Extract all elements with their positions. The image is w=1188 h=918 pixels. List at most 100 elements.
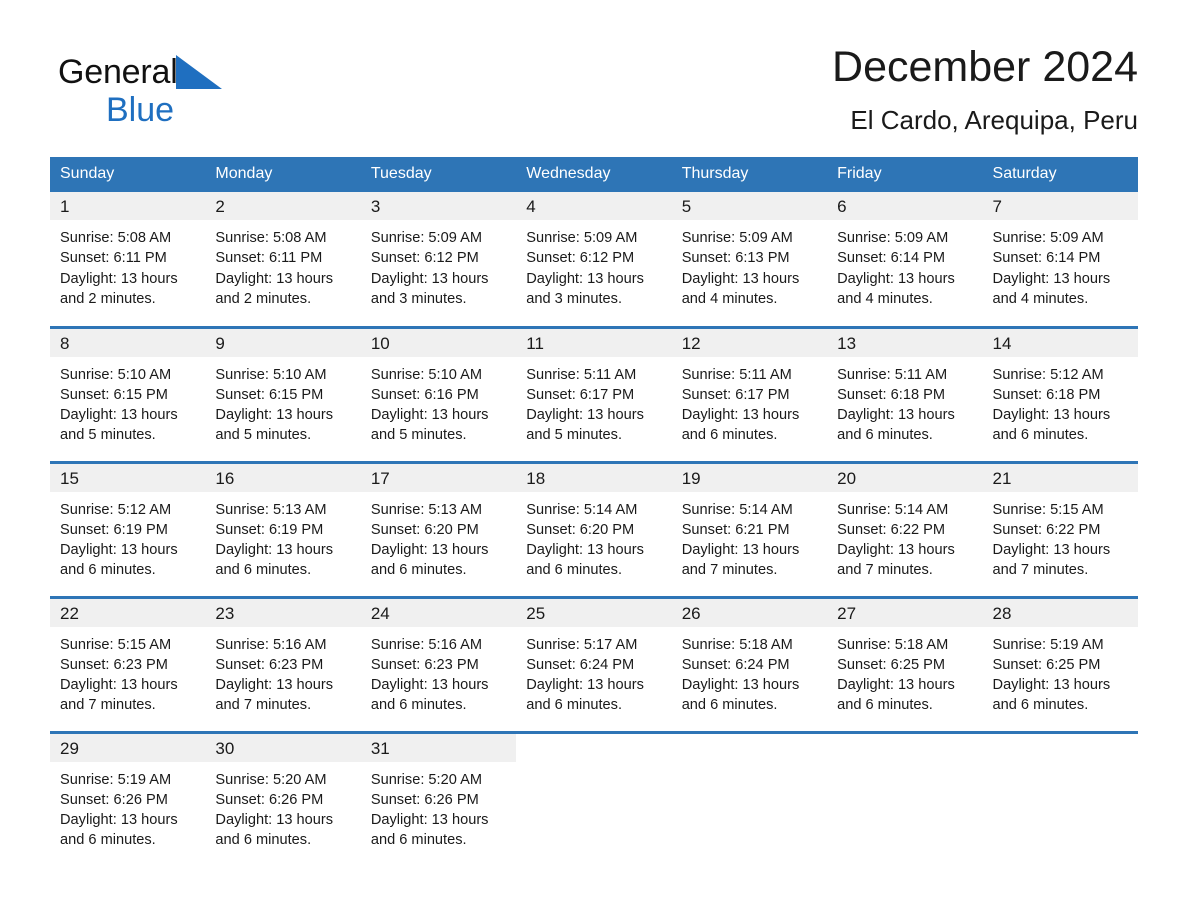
- day-cell[interactable]: 11 Sunrise: 5:11 AM Sunset: 6:17 PM Dayl…: [516, 325, 672, 462]
- day-number-band: 23: [205, 598, 361, 627]
- sunrise-text: Sunrise: 5:09 AM: [526, 230, 638, 246]
- day-cell-body: Sunrise: 5:15 AM Sunset: 6:23 PM Dayligh…: [50, 627, 205, 716]
- day-cell-body: Sunrise: 5:11 AM Sunset: 6:17 PM Dayligh…: [516, 357, 671, 446]
- day-cell[interactable]: 21 Sunrise: 5:15 AM Sunset: 6:22 PM Dayl…: [982, 460, 1138, 597]
- day-cell[interactable]: 27 Sunrise: 5:18 AM Sunset: 6:25 PM Dayl…: [827, 595, 983, 732]
- daylight-text-line2: and 6 minutes.: [681, 427, 778, 444]
- day-cell-inner: 19 Sunrise: 5:14 AM Sunset: 6:21 PM Dayl…: [671, 463, 828, 596]
- daylight-text-line1: Daylight: 13 hours: [992, 407, 1111, 424]
- day-number-band: 10: [360, 328, 517, 357]
- sunrise-text: Sunrise: 5:14 AM: [681, 501, 793, 518]
- day-cell[interactable]: 26 Sunrise: 5:18 AM Sunset: 6:24 PM Dayl…: [671, 595, 828, 732]
- day-cell[interactable]: 31 Sunrise: 5:20 AM Sunset: 6:26 PM Dayl…: [360, 730, 517, 867]
- day-cell-inner: 3 Sunrise: 5:09 AM Sunset: 6:12 PM Dayli…: [360, 192, 517, 326]
- day-cell[interactable]: 18 Sunrise: 5:14 AM Sunset: 6:20 PM Dayl…: [516, 460, 672, 597]
- sunrise-text: Sunrise: 5:16 AM: [215, 636, 327, 653]
- sunset-text: Sunset: 6:24 PM: [526, 656, 635, 673]
- daylight-text-line2: and 6 minutes.: [215, 832, 312, 849]
- day-cell-body: Sunrise: 5:11 AM Sunset: 6:17 PM Dayligh…: [672, 357, 827, 446]
- day-cell[interactable]: 9 Sunrise: 5:10 AM Sunset: 6:15 PM Dayli…: [205, 325, 361, 462]
- weekday-header-saturday: Saturday: [982, 157, 1138, 192]
- daylight-text-line2: and 6 minutes.: [370, 832, 467, 849]
- daylight-text-line1: Daylight: 13 hours: [837, 542, 955, 559]
- day-cell[interactable]: 17 Sunrise: 5:13 AM Sunset: 6:20 PM Dayl…: [360, 460, 517, 597]
- sunset-text: Sunset: 6:14 PM: [992, 250, 1101, 267]
- day-cell[interactable]: 14 Sunrise: 5:12 AM Sunset: 6:18 PM Dayl…: [982, 325, 1138, 462]
- day-cell[interactable]: 6 Sunrise: 5:09 AM Sunset: 6:14 PM Dayli…: [827, 192, 983, 327]
- day-number: 3: [370, 197, 381, 216]
- day-cell-body: Sunrise: 5:14 AM Sunset: 6:20 PM Dayligh…: [516, 492, 671, 581]
- day-cell-body: Sunrise: 5:19 AM Sunset: 6:26 PM Dayligh…: [50, 762, 205, 851]
- calendar-head: Sunday Monday Tuesday Wednesday Thursday…: [50, 157, 1138, 192]
- calendar-week-row: 22 Sunrise: 5:15 AM Sunset: 6:23 PM Dayl…: [50, 595, 1138, 732]
- day-cell[interactable]: 28 Sunrise: 5:19 AM Sunset: 6:25 PM Dayl…: [982, 595, 1138, 732]
- daylight-text-line1: Daylight: 13 hours: [370, 407, 489, 424]
- day-cell-inner: 29 Sunrise: 5:19 AM Sunset: 6:26 PM Dayl…: [50, 733, 206, 867]
- daylight-text-line1: Daylight: 13 hours: [215, 407, 334, 424]
- daylight-text-line2: and 6 minutes.: [526, 697, 622, 714]
- day-cell-empty: [671, 730, 828, 867]
- day-number-band: 30: [205, 733, 361, 762]
- general-blue-logo[interactable]: General Blue: [58, 52, 318, 138]
- day-cell[interactable]: 5 Sunrise: 5:09 AM Sunset: 6:13 PM Dayli…: [671, 192, 828, 327]
- sunrise-text: Sunrise: 5:08 AM: [215, 230, 327, 246]
- day-cell[interactable]: 15 Sunrise: 5:12 AM Sunset: 6:19 PM Dayl…: [50, 460, 206, 597]
- sunrise-text: Sunrise: 5:09 AM: [837, 230, 949, 246]
- day-number-band: 29: [50, 733, 206, 762]
- day-cell[interactable]: 23 Sunrise: 5:16 AM Sunset: 6:23 PM Dayl…: [205, 595, 361, 732]
- day-cell[interactable]: 25 Sunrise: 5:17 AM Sunset: 6:24 PM Dayl…: [516, 595, 672, 732]
- day-cell-body: Sunrise: 5:09 AM Sunset: 6:14 PM Dayligh…: [983, 220, 1138, 309]
- daylight-text-line2: and 5 minutes.: [370, 427, 467, 444]
- day-cell[interactable]: 7 Sunrise: 5:09 AM Sunset: 6:14 PM Dayli…: [982, 192, 1138, 327]
- day-cell[interactable]: 2 Sunrise: 5:08 AM Sunset: 6:11 PM Dayli…: [205, 192, 361, 327]
- day-number: 6: [837, 197, 847, 216]
- day-cell[interactable]: 24 Sunrise: 5:16 AM Sunset: 6:23 PM Dayl…: [360, 595, 517, 732]
- day-cell[interactable]: 8 Sunrise: 5:10 AM Sunset: 6:15 PM Dayli…: [50, 325, 206, 462]
- day-cell[interactable]: 16 Sunrise: 5:13 AM Sunset: 6:19 PM Dayl…: [205, 460, 361, 597]
- day-cell[interactable]: 30 Sunrise: 5:20 AM Sunset: 6:26 PM Dayl…: [205, 730, 361, 867]
- day-cell[interactable]: 1 Sunrise: 5:08 AM Sunset: 6:11 PM Dayli…: [50, 192, 206, 327]
- daylight-text-line2: and 5 minutes.: [215, 427, 312, 444]
- sunset-text: Sunset: 6:26 PM: [60, 791, 168, 808]
- day-number-band: 7: [982, 192, 1138, 220]
- day-cell[interactable]: 19 Sunrise: 5:14 AM Sunset: 6:21 PM Dayl…: [671, 460, 828, 597]
- sunrise-text: Sunrise: 5:14 AM: [526, 501, 638, 518]
- day-cell[interactable]: 10 Sunrise: 5:10 AM Sunset: 6:16 PM Dayl…: [360, 325, 517, 462]
- sunrise-text: Sunrise: 5:17 AM: [526, 636, 638, 653]
- day-cell[interactable]: 20 Sunrise: 5:14 AM Sunset: 6:22 PM Dayl…: [827, 460, 983, 597]
- day-number-band: 3: [360, 192, 517, 220]
- sunset-text: Sunset: 6:20 PM: [370, 521, 479, 538]
- day-cell[interactable]: 12 Sunrise: 5:11 AM Sunset: 6:17 PM Dayl…: [671, 325, 828, 462]
- day-number-band: 21: [982, 463, 1138, 492]
- sunrise-text: Sunrise: 5:12 AM: [60, 501, 172, 518]
- day-number: 23: [215, 603, 235, 623]
- day-cell[interactable]: 22 Sunrise: 5:15 AM Sunset: 6:23 PM Dayl…: [50, 595, 206, 732]
- calendar-week-row: 29 Sunrise: 5:19 AM Sunset: 6:26 PM Dayl…: [50, 730, 1138, 867]
- day-cell-body: Sunrise: 5:20 AM Sunset: 6:26 PM Dayligh…: [361, 762, 516, 851]
- day-cell-inner: 12 Sunrise: 5:11 AM Sunset: 6:17 PM Dayl…: [671, 328, 828, 461]
- weekday-header-sunday: Sunday: [50, 157, 206, 192]
- day-cell-inner: 28 Sunrise: 5:19 AM Sunset: 6:25 PM Dayl…: [982, 598, 1138, 731]
- daylight-text-line2: and 5 minutes.: [60, 427, 156, 444]
- sunset-text: Sunset: 6:16 PM: [370, 386, 479, 403]
- day-cell[interactable]: 4 Sunrise: 5:09 AM Sunset: 6:12 PM Dayli…: [516, 192, 672, 327]
- calendar-week-row: 8 Sunrise: 5:10 AM Sunset: 6:15 PM Dayli…: [50, 325, 1138, 462]
- day-cell[interactable]: 13 Sunrise: 5:11 AM Sunset: 6:18 PM Dayl…: [827, 325, 983, 462]
- daylight-text-line2: and 6 minutes.: [992, 697, 1089, 714]
- daylight-text-line2: and 7 minutes.: [837, 562, 933, 579]
- day-cell[interactable]: 29 Sunrise: 5:19 AM Sunset: 6:26 PM Dayl…: [50, 730, 206, 867]
- logo-top-row: General: [58, 52, 318, 96]
- day-number-band: 19: [671, 463, 828, 492]
- day-cell-body: Sunrise: 5:11 AM Sunset: 6:18 PM Dayligh…: [827, 357, 982, 446]
- day-number-band: [672, 734, 827, 762]
- day-number: 7: [992, 197, 1002, 216]
- day-cell[interactable]: 3 Sunrise: 5:09 AM Sunset: 6:12 PM Dayli…: [360, 192, 517, 327]
- day-number: 1: [60, 197, 70, 216]
- day-cell-empty: [827, 730, 983, 867]
- day-cell-inner-empty: [827, 733, 983, 867]
- sunrise-text: Sunrise: 5:09 AM: [681, 230, 793, 246]
- daylight-text-line1: Daylight: 13 hours: [992, 270, 1111, 287]
- daylight-text-line2: and 4 minutes.: [837, 290, 933, 307]
- daylight-text-line2: and 4 minutes.: [992, 290, 1089, 307]
- logo-blue-text: Blue: [106, 91, 175, 129]
